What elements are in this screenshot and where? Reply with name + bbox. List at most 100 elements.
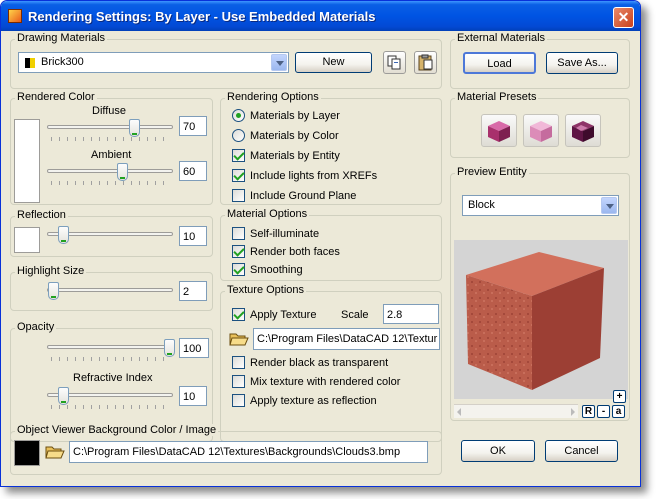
opacity-slider[interactable] (47, 337, 175, 365)
background-browse-button[interactable] (45, 443, 65, 461)
by-layer-radio-dot[interactable] (232, 109, 245, 122)
include-lights-checkbox[interactable]: Include lights from XREFs (232, 169, 377, 182)
opacity-input[interactable]: 100 (179, 338, 209, 358)
clipboard-icon (418, 54, 433, 71)
material-select[interactable]: Brick300 (18, 52, 289, 73)
mix-texture-label: Mix texture with rendered color (250, 375, 401, 388)
render-both-faces-label: Render both faces (250, 245, 340, 258)
reset-view-button[interactable]: R (582, 405, 595, 418)
materials-by-entity-label: Materials by Entity (250, 149, 340, 162)
smoothing-label: Smoothing (250, 263, 303, 276)
ambient-slider[interactable] (47, 161, 173, 189)
refractive-index-slider[interactable] (47, 385, 173, 413)
copy-material-button[interactable] (383, 51, 406, 74)
scroll-left-icon[interactable] (457, 408, 461, 416)
material-options-legend: Material Options (225, 208, 310, 220)
mix-texture-check[interactable] (232, 375, 245, 388)
materials-by-entity-checkbox[interactable]: Materials by Entity (232, 149, 340, 162)
include-ground-plane-checkbox[interactable]: Include Ground Plane (232, 189, 356, 202)
apply-texture-checkbox[interactable]: Apply Texture (232, 308, 316, 321)
texture-browse-button[interactable] (229, 330, 249, 348)
apply-reflection-label: Apply texture as reflection (250, 394, 377, 407)
preview-entity-value: Block (468, 199, 495, 211)
refractive-index-input[interactable]: 10 (179, 386, 207, 406)
diffuse-input[interactable]: 70 (179, 116, 207, 136)
apply-texture-reflection-checkbox[interactable]: Apply texture as reflection (232, 394, 377, 407)
background-color-swatch[interactable] (14, 440, 40, 466)
texture-path-input[interactable]: C:\Program Files\DataCAD 12\Textur (253, 328, 440, 350)
scale-label: Scale (341, 309, 369, 321)
reflection-slider[interactable] (47, 224, 173, 252)
auto-view-button[interactable]: a (612, 405, 625, 418)
external-materials-legend: External Materials (455, 32, 548, 44)
paste-material-button[interactable] (414, 51, 437, 74)
render-both-check[interactable] (232, 245, 245, 258)
self-illuminate-check[interactable] (232, 227, 245, 240)
preset-button-2[interactable] (523, 114, 559, 147)
render-both-faces-checkbox[interactable]: Render both faces (232, 245, 340, 258)
reflection-group: Reflection 10 (10, 209, 213, 257)
preview-scrollbar[interactable] (454, 404, 578, 418)
copy-icon (387, 55, 401, 70)
include-ground-plane-label: Include Ground Plane (250, 189, 357, 202)
refractive-index-slider-thumb[interactable] (57, 387, 69, 405)
rendering-settings-dialog: Rendering Settings: By Layer - Use Embed… (0, 0, 641, 487)
rendered-color-swatch[interactable] (14, 119, 40, 203)
ambient-input[interactable]: 60 (179, 161, 207, 181)
reflection-swatch[interactable] (14, 227, 40, 253)
opacity-slider-thumb[interactable] (164, 339, 175, 357)
highlight-size-input[interactable]: 2 (179, 281, 207, 301)
diffuse-slider-thumb[interactable] (128, 119, 140, 137)
materials-by-color-radio[interactable]: Materials by Color (232, 129, 339, 142)
title-bar[interactable]: Rendering Settings: By Layer - Use Embed… (1, 1, 640, 31)
ok-button[interactable]: OK (461, 440, 535, 462)
zoom-out-button[interactable]: - (597, 405, 610, 418)
cancel-button[interactable]: Cancel (545, 440, 618, 462)
diffuse-label: Diffuse (92, 105, 127, 117)
preview-viewport[interactable] (454, 240, 628, 399)
apply-reflection-check[interactable] (232, 394, 245, 407)
reflection-input[interactable]: 10 (179, 226, 207, 246)
ambient-slider-thumb[interactable] (116, 163, 128, 181)
background-path-input[interactable]: C:\Program Files\DataCAD 12\Textures\Bac… (69, 441, 428, 463)
render-black-check[interactable] (232, 356, 245, 369)
materials-by-layer-radio[interactable]: Materials by Layer (232, 109, 340, 122)
zoom-in-button[interactable]: + (613, 390, 626, 403)
ambient-label: Ambient (91, 149, 132, 161)
preview-entity-select[interactable]: Block (462, 195, 619, 216)
app-icon (8, 9, 22, 23)
smoothing-checkbox[interactable]: Smoothing (232, 263, 303, 276)
render-black-transparent-checkbox[interactable]: Render black as transparent (232, 356, 388, 369)
scroll-right-icon[interactable] (571, 408, 575, 416)
preset-button-3[interactable] (565, 114, 601, 147)
mix-texture-checkbox[interactable]: Mix texture with rendered color (232, 375, 400, 388)
rendering-options-legend: Rendering Options (225, 91, 321, 103)
highlight-size-legend: Highlight Size (15, 265, 87, 277)
material-presets-legend: Material Presets (455, 91, 539, 103)
new-material-button[interactable]: New (295, 52, 372, 73)
highlight-size-slider[interactable] (47, 280, 173, 308)
cube-pink-preset-icon (530, 121, 552, 142)
texture-options-group: Texture Options Apply Texture Scale 2.8 … (220, 284, 442, 442)
include-ground-check[interactable] (232, 189, 245, 202)
chevron-down-icon[interactable] (601, 197, 617, 214)
self-illuminate-checkbox[interactable]: Self-illuminate (232, 227, 319, 240)
by-entity-check[interactable] (232, 149, 245, 162)
apply-texture-check[interactable] (232, 308, 245, 321)
smoothing-check[interactable] (232, 263, 245, 276)
reflection-slider-thumb[interactable] (57, 226, 69, 244)
close-button[interactable]: ✕ (613, 7, 634, 28)
load-button[interactable]: Load (463, 52, 536, 74)
chevron-down-icon[interactable] (271, 54, 287, 71)
rendering-options-group: Rendering Options Materials by Layer Mat… (220, 91, 442, 205)
save-as-button[interactable]: Save As... (546, 52, 618, 74)
diffuse-slider[interactable] (47, 117, 173, 145)
material-swatch-icon (25, 58, 35, 68)
highlight-size-slider-thumb[interactable] (48, 282, 60, 300)
preset-button-1[interactable] (481, 114, 517, 147)
texture-scale-input[interactable]: 2.8 (383, 304, 439, 324)
brick-cube-preview (466, 252, 604, 390)
by-color-radio-dot[interactable] (232, 129, 245, 142)
external-materials-group: External Materials Load Save As... (450, 32, 630, 89)
include-lights-check[interactable] (232, 169, 245, 182)
